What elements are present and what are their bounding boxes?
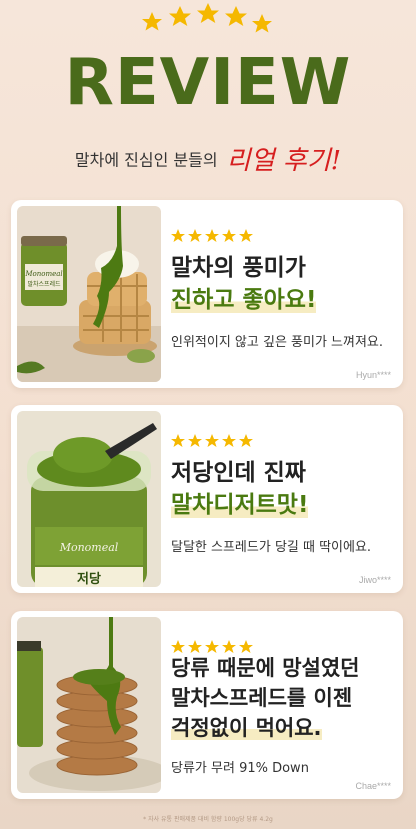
page-title: REVIEW	[64, 46, 352, 120]
review-headline: 당류 때문에 망설였던 말차스프레드를 이젠 걱정없이 먹어요.	[171, 653, 360, 743]
subtitle: 말차에 진심인 분들의 리얼 후기!	[0, 140, 416, 177]
review-description: 당류가 무려 91% Down	[171, 761, 309, 776]
star-icon	[222, 434, 236, 447]
star-icon	[205, 229, 219, 242]
star-icon	[197, 3, 219, 23]
review-author: Hyun****	[355, 370, 391, 380]
review-description: 달달한 스프레드가 당길 때 딱이에요.	[171, 540, 372, 555]
star-icon	[205, 640, 219, 653]
star-icon	[188, 434, 202, 447]
headline-line: 말차의 풍미가	[171, 255, 306, 281]
review-headline: 말차의 풍미가 진하고 좋아요!	[171, 252, 317, 316]
product-label: 저당	[77, 571, 101, 587]
headline-line: 당류 때문에 망설였던	[171, 656, 360, 680]
star-icon	[222, 640, 236, 653]
review-description: 인위적이지 않고 깊은 풍미가 느껴져요.	[171, 335, 384, 350]
review-author: Chae****	[355, 781, 391, 791]
product-brand: Monomeal	[59, 541, 119, 554]
product-label-sub: 말차스프레드	[27, 280, 61, 288]
star-icon	[188, 640, 202, 653]
product-photo-waffle: Monomeal 말차스프레드	[17, 206, 161, 382]
rating-stars-top	[142, 3, 272, 33]
rating-stars	[171, 229, 253, 242]
product-photo-jar: Monomeal 저당	[17, 411, 161, 587]
subtitle-text: 말차에 진심인 분들의	[74, 150, 218, 170]
star-icon	[239, 434, 253, 447]
product-brand: Monomeal	[24, 270, 62, 278]
star-icon	[171, 434, 185, 447]
star-icon	[222, 229, 236, 242]
rating-stars	[171, 434, 253, 447]
star-icon	[171, 640, 185, 653]
star-icon	[225, 6, 247, 26]
star-icon	[239, 640, 253, 653]
headline-line: 말차스프레드를 이젠	[171, 686, 353, 710]
headline-line: 저당인데 진짜	[171, 460, 306, 486]
star-icon	[239, 229, 253, 242]
star-icon	[142, 12, 162, 31]
headline-highlight: 말차디저트맛!	[171, 492, 309, 518]
headline-highlight: 걱정없이 먹어요.	[171, 716, 322, 740]
subtitle-highlight: 리얼 후기!	[226, 146, 342, 176]
star-icon	[169, 6, 191, 26]
star-icon	[171, 229, 185, 242]
star-icon	[188, 229, 202, 242]
headline-highlight: 진하고 좋아요!	[171, 287, 317, 313]
review-author: Jiwo****	[358, 575, 391, 585]
review-card: 당류 때문에 망설였던 말차스프레드를 이젠 걱정없이 먹어요. 당류가 무려 …	[11, 611, 403, 799]
review-card: Monomeal 말차스프레드 말차의 풍미가 진하고 좋아요! 인위적이지 않…	[11, 200, 403, 388]
review-headline: 저당인데 진짜 말차디저트맛!	[171, 457, 309, 521]
star-icon	[205, 434, 219, 447]
footnote: * 자사 유통 판매제품 대비 함량 100g당 당류 4.2g	[143, 816, 273, 823]
star-icon	[252, 14, 272, 33]
product-photo-cookies	[17, 617, 161, 793]
review-card: Monomeal 저당 저당인데 진짜 말차디저트맛! 달달한 스프레드가 당길…	[11, 405, 403, 593]
